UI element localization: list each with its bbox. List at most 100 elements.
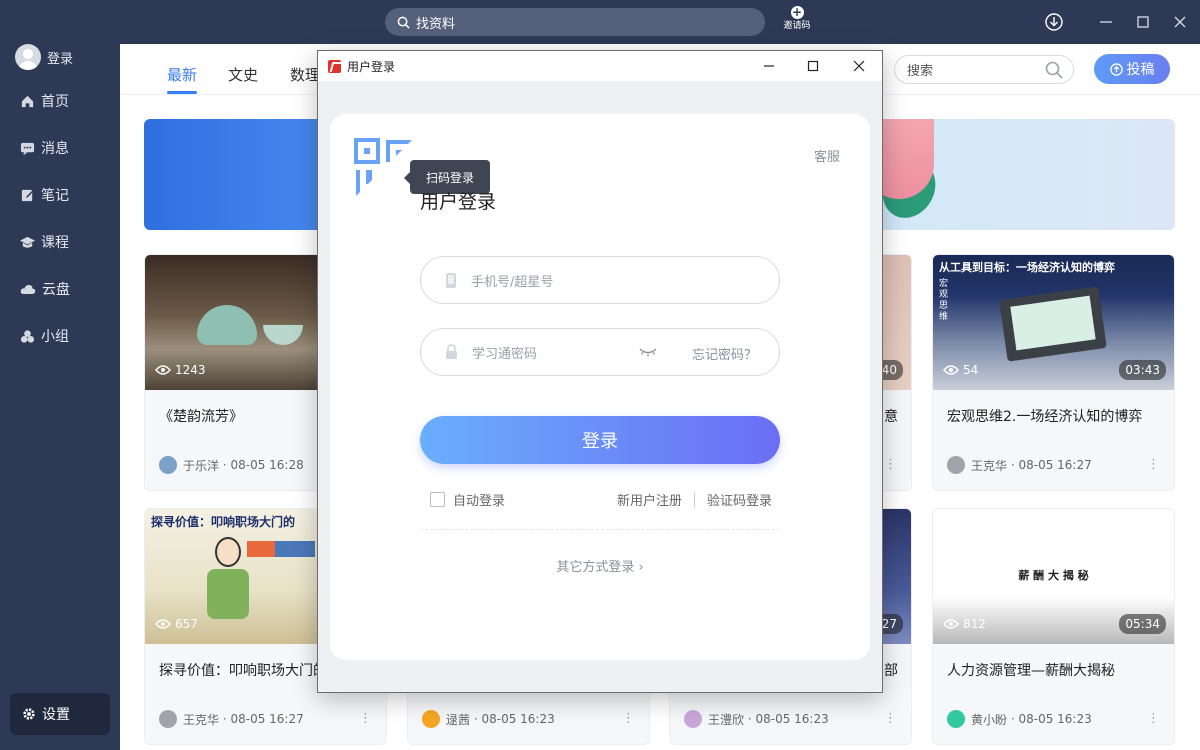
eye-icon xyxy=(943,619,959,629)
sidebar-item-settings[interactable]: 设置 xyxy=(10,693,110,735)
sidebar-item-label: 小组 xyxy=(41,329,69,345)
forgot-password-link[interactable]: 忘记密码？ xyxy=(692,344,757,363)
card-meta: 王克华 · 08-05 16:27 xyxy=(159,710,304,728)
resource-card[interactable]: 薪 酬 大 揭 秘 812 05:34 人力资源管理—薪酬大揭秘 黄小盼 · 0… xyxy=(932,508,1175,745)
tab-latest[interactable]: 最新 xyxy=(167,64,198,94)
lock-icon xyxy=(446,344,457,359)
maximize-icon[interactable] xyxy=(1133,12,1153,32)
dialog-close-button[interactable] xyxy=(836,51,882,81)
customer-service-link[interactable]: 客服 xyxy=(814,146,840,165)
global-search-text: 找资料 xyxy=(416,16,456,32)
search-icon xyxy=(1045,61,1063,79)
card-time: 08-05 16:23 xyxy=(481,712,555,726)
sidebar-item-label: 笔记 xyxy=(41,188,69,204)
more-options-icon[interactable]: ⋮ xyxy=(884,710,897,728)
login-heading: 用户登录 xyxy=(420,191,497,213)
author-avatar xyxy=(159,456,177,474)
login-panel: 扫码登录 客服 用户登录 手机号/超星号 学习通密码 忘记密码？ 登录 自动登录… xyxy=(330,114,870,660)
thumbnail-banner-text: 薪 酬 大 揭 秘 xyxy=(1018,569,1089,582)
invite-code-button[interactable]: + 邀请码 xyxy=(780,6,814,32)
cloud-icon xyxy=(20,284,36,294)
search-input[interactable]: 搜索 xyxy=(894,55,1074,84)
login-button[interactable]: 登录 xyxy=(420,416,780,464)
code-login-link[interactable]: 验证码登录 xyxy=(707,490,772,509)
search-icon xyxy=(397,16,410,29)
card-time: 08-05 16:28 xyxy=(230,458,304,472)
card-author: 王澧欣 xyxy=(708,712,745,727)
eye-closed-icon[interactable] xyxy=(639,344,657,358)
message-icon xyxy=(20,142,35,155)
avatar xyxy=(15,44,41,70)
card-title: 部 xyxy=(884,663,898,679)
thumbnail-banner-text: 探寻价值：叩响职场大门的 xyxy=(151,515,296,529)
view-count: 657 xyxy=(155,617,198,631)
sidebar-item-label: 云盘 xyxy=(42,282,70,298)
dialog-title: 用户登录 xyxy=(347,59,396,74)
account-links: 新用户注册 验证码登录 xyxy=(617,490,772,509)
register-link[interactable]: 新用户注册 xyxy=(617,490,682,509)
phone-placeholder: 手机号/超星号 xyxy=(471,274,554,290)
view-count: 812 xyxy=(943,617,986,631)
resource-card[interactable]: 从工具到目标：一场经济认知的博弈 宏观思维 54 03:43 宏观思维2.一场经… xyxy=(932,254,1175,491)
sidebar-login[interactable]: 登录 xyxy=(15,44,73,70)
author-avatar xyxy=(422,710,440,728)
sidebar-item-home[interactable]: 首页 xyxy=(20,91,69,111)
card-title: 宏观思维2.一场经济认知的博弈 xyxy=(947,409,1143,425)
sidebar-item-groups[interactable]: 小组 xyxy=(20,326,69,346)
phone-input[interactable]: 手机号/超星号 xyxy=(420,256,780,304)
top-bar: 找资料 + 邀请码 xyxy=(0,0,1200,44)
card-title: 意 xyxy=(884,409,898,425)
link-separator xyxy=(693,492,695,507)
more-options-icon[interactable]: ⋮ xyxy=(1147,710,1160,728)
card-author: 黄小盼 xyxy=(971,712,1008,727)
other-login-link[interactable]: 其它方式登录 › xyxy=(330,556,870,575)
card-thumbnail: 从工具到目标：一场经济认知的博弈 宏观思维 54 03:43 xyxy=(933,255,1174,390)
more-options-icon[interactable]: ⋮ xyxy=(622,710,635,728)
card-time: 08-05 16:27 xyxy=(1018,458,1092,472)
card-meta: 于乐洋 · 08-05 16:28 xyxy=(159,456,304,474)
invite-code-label: 邀请码 xyxy=(783,21,811,31)
sidebar: 登录 首页 消息 笔记 课程 云盘 小组 设置 xyxy=(0,44,120,750)
phone-icon xyxy=(446,272,456,288)
dialog-maximize-button[interactable] xyxy=(790,51,836,81)
download-icon[interactable] xyxy=(1044,12,1064,32)
minimize-icon[interactable] xyxy=(1096,12,1116,32)
more-options-icon[interactable]: ⋮ xyxy=(884,456,897,474)
sidebar-item-notes[interactable]: 笔记 xyxy=(20,185,69,205)
tab-science[interactable]: 数理 xyxy=(290,64,320,85)
sidebar-item-cloud[interactable]: 云盘 xyxy=(20,279,70,299)
card-meta: 王克华 · 08-05 16:27 xyxy=(947,456,1092,474)
eye-icon xyxy=(155,365,171,375)
app-logo-icon xyxy=(328,59,341,73)
sidebar-item-label: 首页 xyxy=(41,94,69,110)
checkbox-box[interactable] xyxy=(430,492,445,507)
eye-icon xyxy=(943,365,959,375)
upload-icon xyxy=(1109,62,1123,76)
contribute-button[interactable]: 投稿 xyxy=(1094,54,1170,84)
password-input[interactable]: 学习通密码 忘记密码？ xyxy=(420,328,780,376)
sidebar-login-label: 登录 xyxy=(47,51,74,67)
qr-code-icon[interactable] xyxy=(354,138,414,198)
sidebar-item-messages[interactable]: 消息 xyxy=(20,138,69,158)
card-title: 人力资源管理—薪酬大揭秘 xyxy=(947,663,1115,679)
card-meta: 王澧欣 · 08-05 16:23 xyxy=(684,710,829,728)
dialog-minimize-button[interactable] xyxy=(746,51,792,81)
card-author: 王克华 xyxy=(183,712,220,727)
view-count: 54 xyxy=(943,363,978,377)
more-options-icon[interactable]: ⋮ xyxy=(359,710,372,728)
card-author: 于乐洋 xyxy=(183,458,220,473)
close-icon[interactable] xyxy=(1170,12,1190,32)
tab-humanities[interactable]: 文史 xyxy=(228,64,258,85)
author-avatar xyxy=(684,710,702,728)
note-icon xyxy=(21,189,34,201)
eye-icon xyxy=(155,619,171,629)
card-time: 08-05 16:27 xyxy=(230,712,304,726)
card-author: 王克华 xyxy=(971,458,1008,473)
auto-login-checkbox[interactable]: 自动登录 xyxy=(430,490,505,509)
sidebar-item-courses[interactable]: 课程 xyxy=(20,232,69,252)
author-avatar xyxy=(159,710,177,728)
author-avatar xyxy=(947,710,965,728)
more-options-icon[interactable]: ⋮ xyxy=(1147,456,1160,474)
global-search-input[interactable]: 找资料 xyxy=(385,8,765,36)
settings-label: 设置 xyxy=(42,707,70,723)
